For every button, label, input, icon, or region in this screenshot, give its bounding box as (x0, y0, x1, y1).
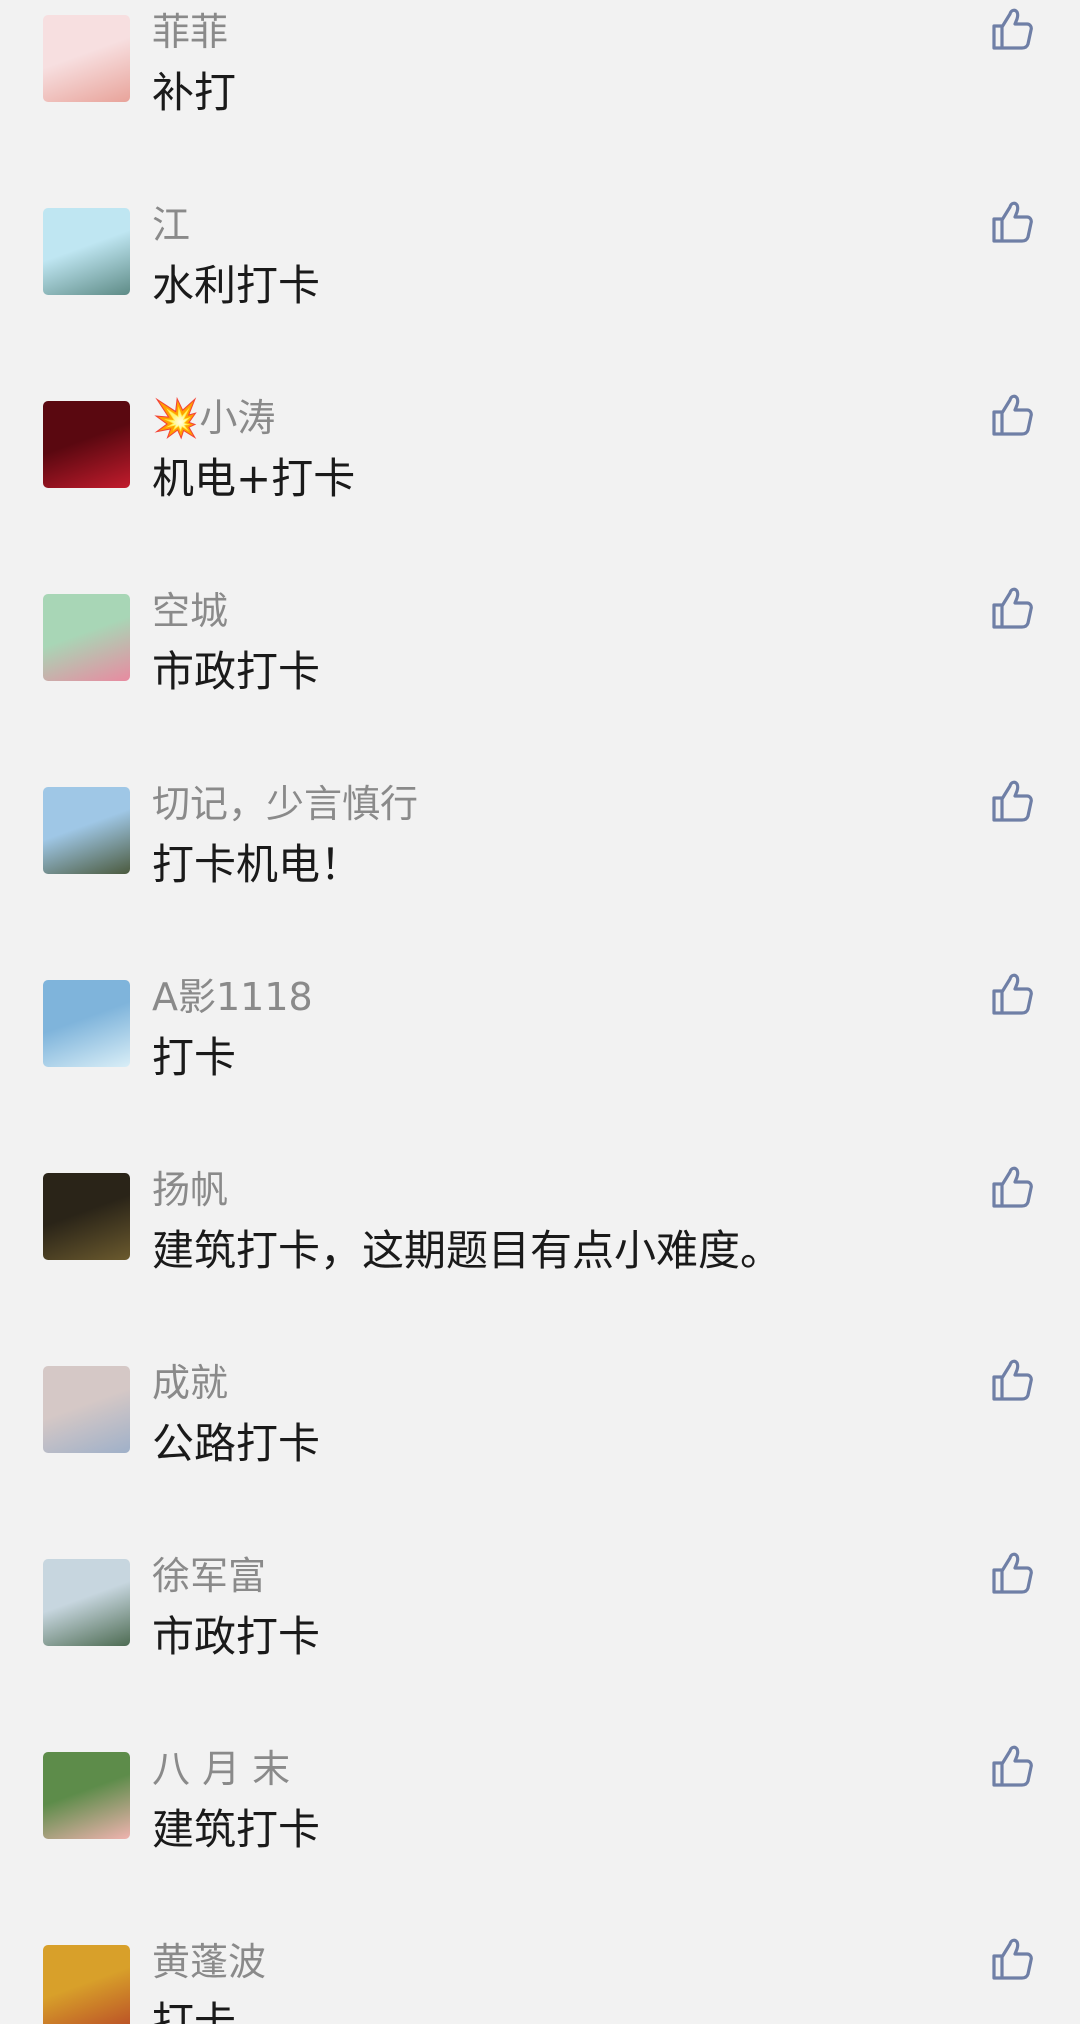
comment-text: 公路打卡 (152, 1419, 321, 1468)
comment-text: 打卡 (152, 1998, 237, 2024)
commenter-name[interactable]: A影1118 (152, 973, 313, 1021)
commenter-name[interactable]: 扬帆 (152, 1166, 228, 1214)
comment-item: 江 水利打卡 (0, 193, 1080, 386)
like-button[interactable] (990, 6, 1034, 52)
commenter-name[interactable]: 切记，少言慎行 (152, 780, 418, 828)
avatar[interactable] (43, 1559, 130, 1646)
avatar[interactable] (43, 208, 130, 295)
commenter-name[interactable]: 成就 (152, 1359, 228, 1407)
commenter-name[interactable]: 徐军富 (152, 1552, 266, 1600)
thumbs-up-icon (992, 1552, 1033, 1594)
like-button[interactable] (990, 778, 1034, 824)
avatar[interactable] (43, 594, 130, 681)
avatar[interactable] (43, 401, 130, 488)
avatar[interactable] (43, 980, 130, 1067)
comment-text: 打卡机电！ (152, 840, 363, 889)
like-button[interactable] (990, 1743, 1034, 1789)
thumbs-up-icon (992, 1938, 1033, 1980)
thumbs-up-icon (992, 780, 1033, 822)
commenter-name[interactable]: 八 月 末 (152, 1745, 290, 1793)
comment-text: 建筑打卡，这期题目有点小难度。 (152, 1226, 783, 1275)
commenter-name[interactable]: 💥小涛 (152, 394, 275, 442)
avatar[interactable] (43, 1366, 130, 1453)
thumbs-up-icon (992, 973, 1033, 1015)
thumbs-up-icon (992, 201, 1033, 243)
comment-text: 水利打卡 (152, 261, 321, 310)
commenter-name[interactable]: 黄蓬波 (152, 1938, 266, 1986)
avatar[interactable] (43, 1752, 130, 1839)
thumbs-up-icon (992, 8, 1033, 50)
commenter-name[interactable]: 空城 (152, 587, 228, 635)
comment-item: 黄蓬波 打卡 (0, 1930, 1080, 2024)
comment-text: 建筑打卡 (152, 1805, 321, 1854)
avatar[interactable] (43, 1173, 130, 1260)
comment-item: 菲​菲 补打 (0, 0, 1080, 193)
comment-item: 徐军富 市政打卡 (0, 1544, 1080, 1737)
avatar[interactable] (43, 787, 130, 874)
commenter-name[interactable]: 江 (152, 201, 190, 249)
comment-text: 市政打卡 (152, 647, 321, 696)
comment-item: 切记，少言慎行 打卡机电！ (0, 772, 1080, 965)
comment-text: 市政打卡 (152, 1612, 321, 1661)
comment-item: 扬帆 建筑打卡，这期题目有点小难度。 (0, 1158, 1080, 1351)
thumbs-up-icon (992, 394, 1033, 436)
like-button[interactable] (990, 199, 1034, 245)
like-button[interactable] (990, 1936, 1034, 1982)
comment-text: 机电+打卡 (152, 454, 356, 503)
comment-item: 空城 市政打卡 (0, 579, 1080, 772)
comment-text: 补打 (152, 68, 237, 117)
like-button[interactable] (990, 585, 1034, 631)
comment-item: 八 月 末 建筑打卡 (0, 1737, 1080, 1930)
thumbs-up-icon (992, 1359, 1033, 1401)
commenter-name[interactable]: 菲​菲 (152, 8, 228, 56)
thumbs-up-icon (992, 587, 1033, 629)
comment-item: 💥小涛 机电+打卡 (0, 386, 1080, 579)
comment-list: 菲​菲 补打 江 水利打卡 💥小涛 机电+打卡 空城 市政打卡 (0, 0, 1080, 2024)
comment-item: A影1118 打卡 (0, 965, 1080, 1158)
comment-item: 成就 公路打卡 (0, 1351, 1080, 1544)
thumbs-up-icon (992, 1166, 1033, 1208)
thumbs-up-icon (992, 1745, 1033, 1787)
like-button[interactable] (990, 392, 1034, 438)
avatar[interactable] (43, 1945, 130, 2024)
like-button[interactable] (990, 1550, 1034, 1596)
avatar[interactable] (43, 15, 130, 102)
comment-text: 打卡 (152, 1033, 237, 1082)
like-button[interactable] (990, 971, 1034, 1017)
like-button[interactable] (990, 1164, 1034, 1210)
like-button[interactable] (990, 1357, 1034, 1403)
